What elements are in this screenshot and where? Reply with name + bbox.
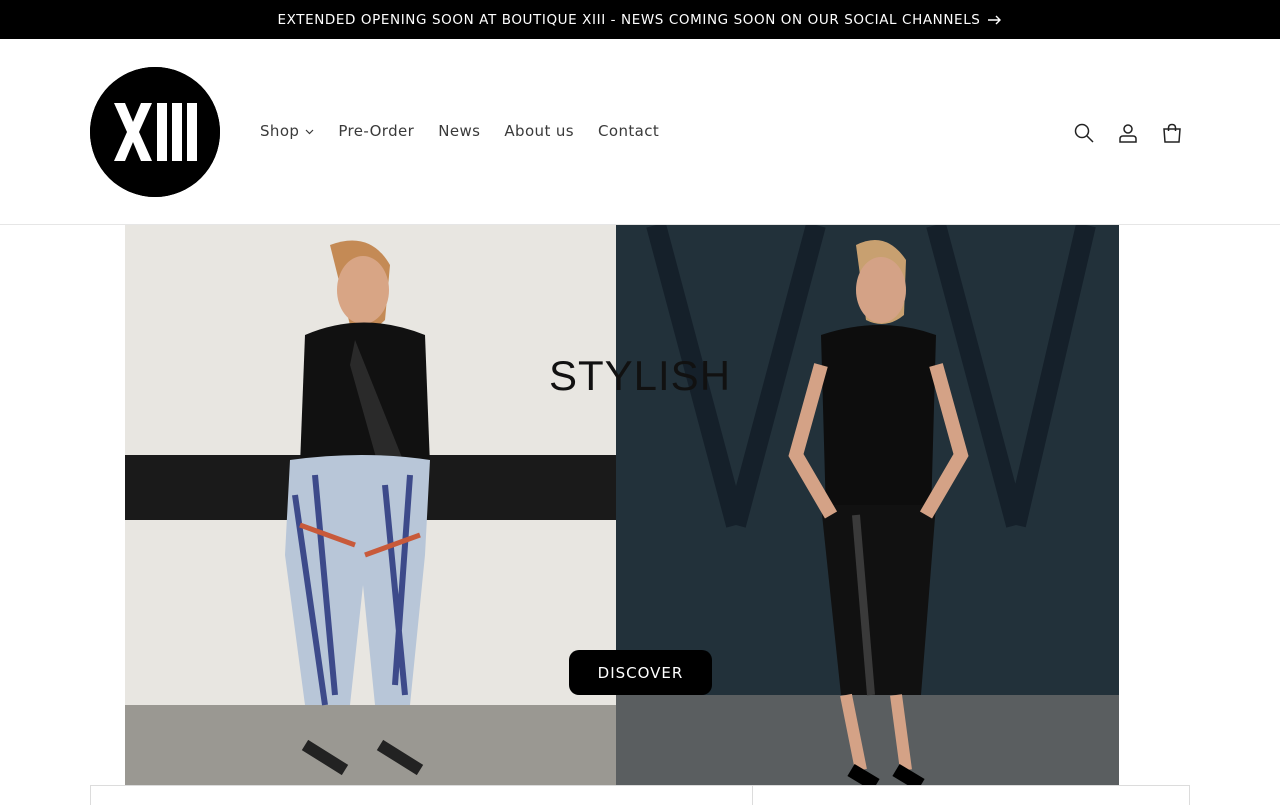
account-icon	[1119, 124, 1137, 143]
woman-printed-trousers-photo	[125, 225, 616, 785]
announcement-bar[interactable]: EXTENDED OPENING SOON AT BOUTIQUE XIII -…	[0, 0, 1280, 39]
cart-button[interactable]	[1150, 111, 1194, 155]
announcement-text: EXTENDED OPENING SOON AT BOUTIQUE XIII -…	[277, 11, 981, 28]
nav-pre-order[interactable]: Pre-Order	[326, 122, 426, 140]
site-header: Shop Pre-Order News About us Contact	[0, 39, 1280, 225]
search-button[interactable]	[1062, 111, 1106, 155]
header-icons	[1062, 111, 1194, 155]
arrow-right-icon	[988, 15, 1002, 24]
content-card-right	[752, 785, 1190, 805]
woman-black-satin-skirt-photo	[616, 225, 1119, 785]
nav-shop[interactable]: Shop	[248, 122, 326, 140]
chevron-down-icon	[305, 129, 314, 135]
nav-about-us[interactable]: About us	[492, 122, 586, 140]
nav-contact[interactable]: Contact	[586, 122, 671, 140]
site-logo[interactable]	[90, 67, 220, 197]
discover-button[interactable]: DISCOVER	[569, 650, 712, 695]
nav-news[interactable]: News	[426, 122, 492, 140]
search-icon	[1074, 123, 1094, 143]
xiii-logo-icon	[90, 67, 220, 197]
nav-shop-label: Shop	[260, 122, 300, 140]
cart-icon	[1163, 123, 1181, 143]
main-nav: Shop Pre-Order News About us Contact	[248, 117, 671, 145]
hero-banner	[125, 225, 1119, 785]
content-card-left	[90, 785, 753, 805]
account-button[interactable]	[1106, 111, 1150, 155]
hero-title: STYLISH	[548, 352, 732, 399]
